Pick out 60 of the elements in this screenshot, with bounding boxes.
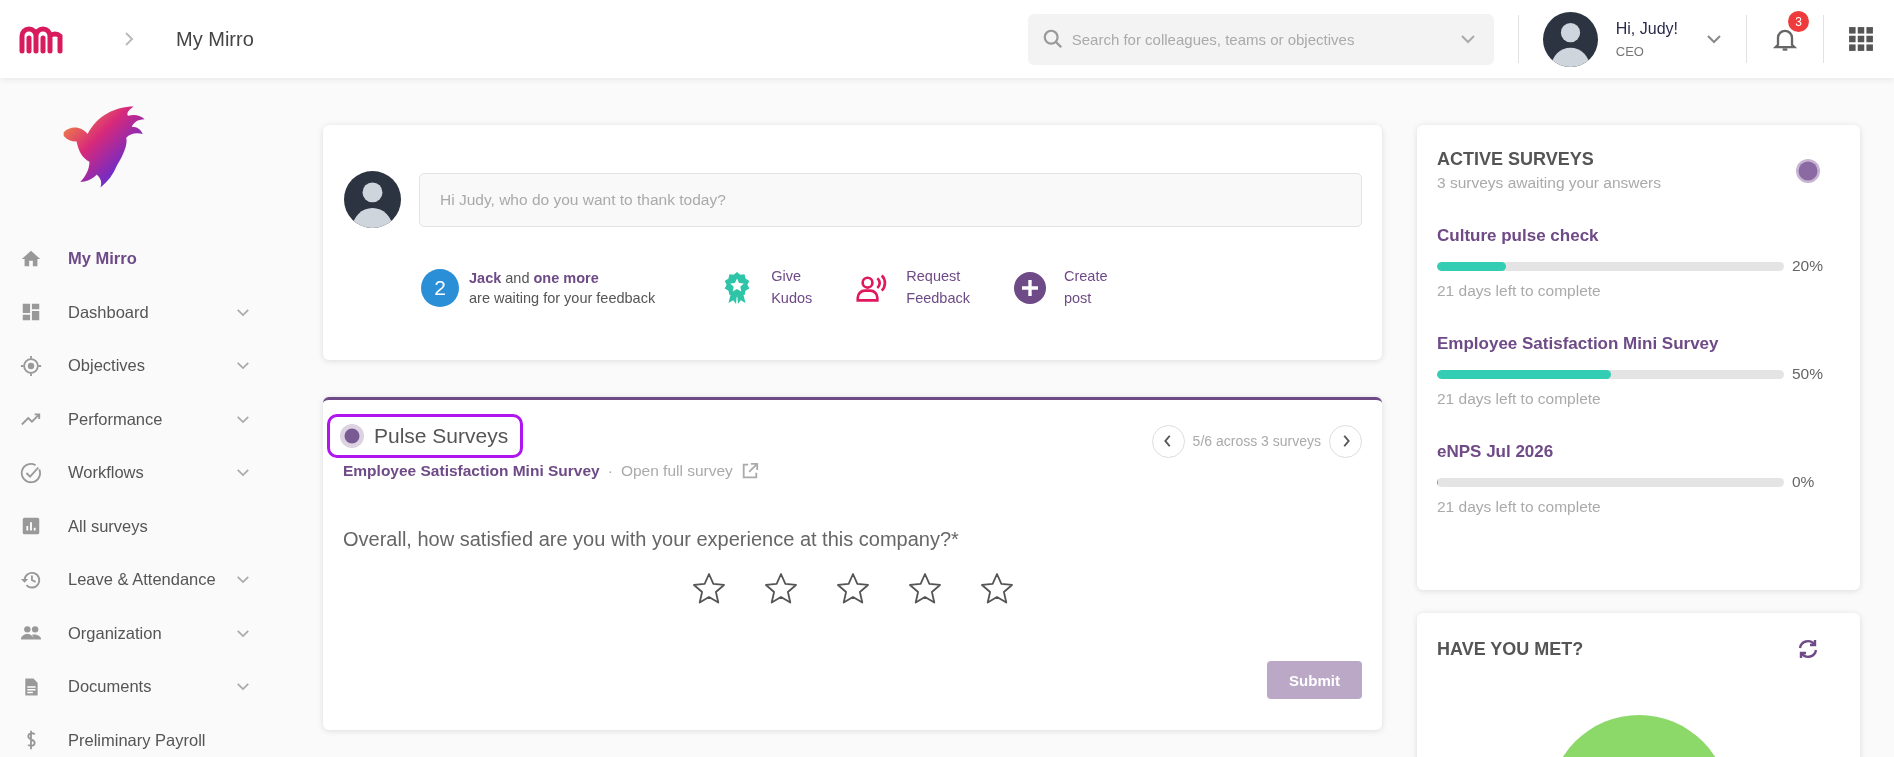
survey-link[interactable]: eNPS Jul 2026: [1437, 442, 1840, 462]
chevron-right-icon: [124, 31, 134, 47]
sidebar-item[interactable]: Documents: [20, 660, 300, 714]
sidebar-item[interactable]: My Mirro: [20, 232, 300, 286]
chevron-down-icon: [236, 414, 250, 424]
survey-position-text: 5/6 across 3 surveys: [1192, 433, 1321, 449]
waiting-names-text[interactable]: Jack and one more: [469, 269, 656, 286]
chevron-down-icon: [236, 307, 250, 317]
chevron-down-icon[interactable]: [1706, 34, 1722, 44]
days-left-text: 21 days left to complete: [1437, 282, 1602, 300]
panel-title: HAVE YOU MET?: [1437, 638, 1584, 660]
breadcrumb-title: My Mirro: [176, 27, 254, 51]
thanks-input-field[interactable]: Hi Judy, who do you want to thank today?: [419, 172, 1362, 227]
waiting-count-badge: 2: [421, 268, 459, 307]
search-icon: [1041, 27, 1064, 50]
logo-icon[interactable]: [18, 24, 64, 54]
sidebar-item[interactable]: Preliminary Payroll: [20, 713, 300, 757]
apps-grid-icon[interactable]: [1848, 26, 1874, 52]
nav-icon: [20, 461, 42, 484]
user-role: CEO: [1615, 43, 1645, 59]
chevron-down-icon: [236, 361, 250, 371]
sidebar-item[interactable]: All surveys: [20, 499, 300, 553]
next-button[interactable]: [1329, 424, 1362, 458]
chevron-down-icon: [236, 575, 250, 585]
days-left-text: 21 days left to complete: [1437, 390, 1602, 408]
pulse-title: Pulse Surveys: [327, 414, 524, 458]
sidebar-item[interactable]: Workflows: [20, 446, 300, 500]
plus-circle-icon[interactable]: [1014, 270, 1046, 305]
sidebar-item[interactable]: Dashboard: [20, 285, 300, 339]
survey-link[interactable]: Employee Satisfaction Mini Survey: [1437, 334, 1840, 354]
previous-button[interactable]: [1151, 424, 1185, 458]
chevron-down-icon: [236, 628, 250, 638]
sidebar-item[interactable]: Objectives: [20, 339, 300, 393]
action-link[interactable]: Request Feedback: [906, 266, 970, 310]
sidebar-item[interactable]: Organization: [20, 606, 300, 660]
survey-link[interactable]: Culture pulse check: [1437, 226, 1840, 246]
panel-subtitle: 3 surveys awaiting your answers: [1437, 174, 1661, 192]
status-dot-icon: [1796, 158, 1820, 183]
chevron-down-icon: [236, 468, 250, 478]
action-link[interactable]: Give Kudos: [771, 266, 813, 310]
survey-question: Overall, how satisfied are you with your experience at this company?*: [343, 528, 960, 551]
status-dot-icon: [340, 424, 364, 448]
progress-percent: 20%: [1792, 257, 1824, 275]
panel-title: ACTIVE SURVEYS: [1437, 149, 1595, 170]
user-avatar: [344, 171, 401, 228]
progress-percent: 0%: [1792, 473, 1815, 491]
progress-percent: 50%: [1792, 365, 1824, 383]
days-left-text: 21 days left to complete: [1437, 498, 1602, 516]
sidebar-item[interactable]: Performance: [20, 392, 300, 446]
refresh-icon[interactable]: [1796, 637, 1820, 661]
nav-icon: [20, 354, 42, 377]
survey-name: Employee Satisfaction Mini Survey: [343, 462, 600, 480]
search-field[interactable]: Search for colleagues, teams or objectives: [1027, 13, 1494, 65]
notification-badge: 3: [1788, 11, 1809, 32]
waiting-feedback-text: are waiting for your feedback: [469, 289, 656, 306]
chevron-down-icon: [236, 682, 250, 692]
sidebar-item[interactable]: Leave & Attendance: [20, 553, 300, 607]
user-greeting: Hi, Judy!: [1615, 19, 1678, 38]
action-link[interactable]: Create post: [1064, 266, 1108, 310]
separator-dot: ·: [607, 462, 613, 480]
